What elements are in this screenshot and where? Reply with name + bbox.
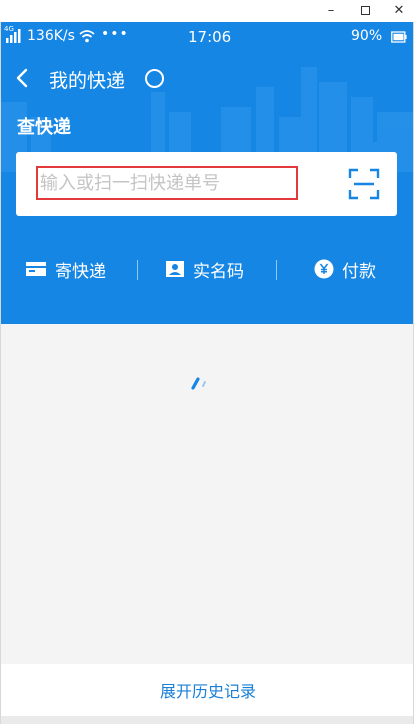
- network-speed: 136K/s: [27, 28, 75, 44]
- close-icon: ✕: [393, 2, 405, 18]
- search-card: [16, 152, 397, 216]
- expand-history-link[interactable]: 展开历史记录: [160, 678, 256, 702]
- id-card-icon: [166, 261, 184, 277]
- wifi-icon: [79, 30, 95, 43]
- loading-circle-icon: [145, 69, 164, 88]
- phone-screen: 4G 136K/s ••• 17:06 90% 我的快递 查快递 输入或扫一扫快…: [0, 22, 414, 724]
- battery-percent: 90%: [351, 28, 383, 44]
- yuan-icon: [314, 259, 334, 279]
- close-button[interactable]: ✕: [384, 0, 414, 20]
- tracking-number-input[interactable]: [36, 166, 298, 200]
- send-express-button[interactable]: 寄快递: [25, 254, 106, 284]
- more-notifications-icon: •••: [101, 26, 129, 42]
- header-banner: 4G 136K/s ••• 17:06 90% 我的快递 查快递 输入或扫一扫快…: [1, 22, 413, 324]
- maximize-icon: [360, 5, 370, 15]
- real-name-code-button[interactable]: 实名码: [165, 254, 244, 284]
- scan-icon[interactable]: [348, 168, 380, 200]
- page-title: 我的快递: [49, 70, 126, 92]
- divider: [137, 260, 138, 280]
- status-bar: 4G 136K/s ••• 17:06 90%: [1, 22, 413, 52]
- payment-button[interactable]: 付款: [314, 254, 376, 284]
- window-titlebar: – ✕: [0, 0, 416, 22]
- payment-label: 付款: [342, 261, 376, 282]
- clock: 17:06: [188, 28, 232, 46]
- history-footer: 展开历史记录: [1, 664, 413, 716]
- minimize-button[interactable]: –: [316, 0, 346, 20]
- query-section-title: 查快递: [17, 117, 71, 138]
- signal-icon: [6, 29, 21, 43]
- back-arrow-icon[interactable]: [13, 66, 33, 90]
- real-name-code-label: 实名码: [193, 261, 244, 282]
- bottom-strip: [1, 716, 413, 724]
- battery-icon: [391, 31, 407, 43]
- quick-actions: 寄快递 实名码 付款: [1, 254, 413, 284]
- loading-spinner-icon: [191, 377, 206, 390]
- maximize-button[interactable]: [350, 0, 380, 20]
- minimize-icon: –: [327, 2, 335, 18]
- package-icon: [26, 262, 46, 276]
- send-express-label: 寄快递: [55, 261, 106, 282]
- divider: [276, 260, 277, 280]
